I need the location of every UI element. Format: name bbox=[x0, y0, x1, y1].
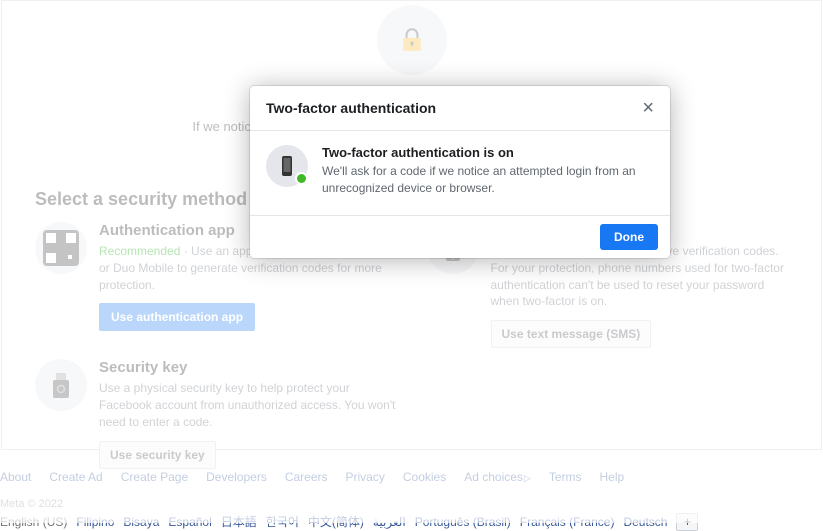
modal-overlay[interactable] bbox=[0, 0, 823, 523]
modal-title: Two-factor authentication bbox=[266, 100, 436, 116]
shield-phone-icon bbox=[266, 145, 308, 187]
modal-message-desc: We'll ask for a code if we notice an att… bbox=[322, 163, 654, 197]
two-factor-modal: Two-factor authentication × Two-factor a… bbox=[250, 86, 670, 258]
done-button[interactable]: Done bbox=[600, 224, 658, 250]
close-icon[interactable]: × bbox=[642, 98, 654, 118]
status-dot-on-icon bbox=[295, 172, 308, 185]
modal-message-title: Two-factor authentication is on bbox=[322, 145, 654, 160]
